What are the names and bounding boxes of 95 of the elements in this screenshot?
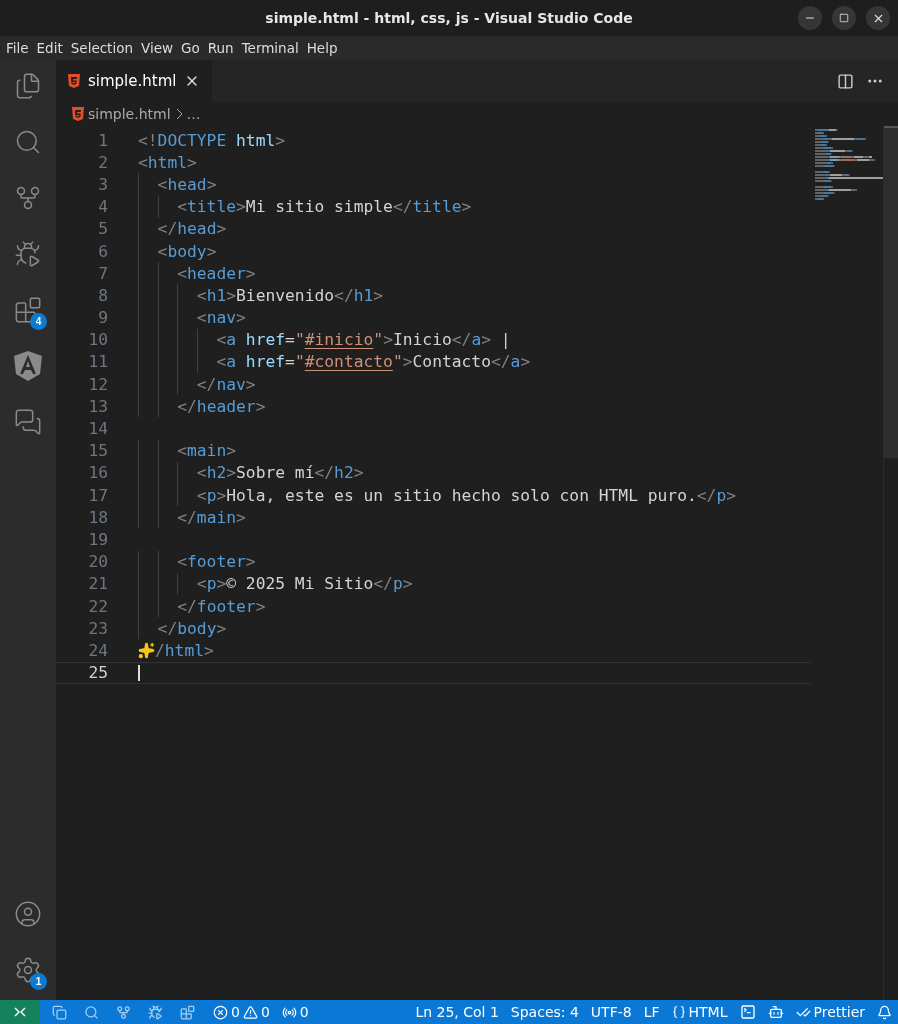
code-line: <p>Hola, este es un sitio hecho solo con HTML puro.</p> bbox=[195, 485, 736, 505]
line-number: 5 bbox=[97, 219, 108, 239]
line-ending-status[interactable]: LF bbox=[637, 1004, 666, 1020]
close-button[interactable] bbox=[866, 6, 890, 30]
indentation-status[interactable]: Spaces: 4 bbox=[504, 1004, 585, 1020]
line-number: 18 bbox=[87, 507, 108, 527]
ports-status[interactable]: 0 bbox=[275, 1004, 315, 1020]
prettier-status[interactable]: Prettier bbox=[789, 1004, 871, 1020]
line-number: 2 bbox=[97, 152, 108, 172]
code-line: <p>© 2025 Mi Sitio</p> bbox=[195, 574, 413, 594]
sparkle-icon[interactable] bbox=[138, 641, 155, 659]
count-badge: 1 bbox=[30, 973, 47, 990]
code-line: <!DOCTYPE html> bbox=[138, 130, 286, 150]
line-number: 14 bbox=[87, 419, 108, 439]
remote-icon bbox=[13, 1005, 27, 1019]
files-icon[interactable] bbox=[52, 1004, 67, 1020]
maximize-icon bbox=[839, 13, 849, 23]
line-number: 7 bbox=[97, 263, 108, 283]
window-title: simple.html - html, css, js - Visual Studio Code bbox=[265, 10, 633, 26]
code-line: </header> bbox=[176, 396, 266, 416]
line-number: 11 bbox=[87, 352, 108, 372]
remote-button[interactable] bbox=[0, 1000, 40, 1024]
code-line: <a href="#contacto">Contacto</a> bbox=[215, 352, 531, 372]
warning-icon bbox=[242, 1004, 258, 1020]
code-line: <header> bbox=[176, 263, 256, 283]
html-file-icon bbox=[68, 74, 80, 88]
menu-item[interactable]: View bbox=[136, 40, 177, 56]
text-cursor bbox=[138, 664, 140, 681]
cursor-position[interactable]: Ln 25, Col 1 bbox=[409, 1004, 505, 1020]
line-number: 16 bbox=[87, 463, 108, 483]
code-line: <title>Mi sitio simple</title> bbox=[176, 197, 472, 217]
line-number: 25 bbox=[87, 663, 108, 683]
scrollbar-thumb[interactable] bbox=[884, 126, 898, 458]
line-number: 15 bbox=[87, 441, 108, 461]
error-count: 0 bbox=[231, 1004, 240, 1020]
branch-icon[interactable] bbox=[116, 1004, 131, 1020]
breadcrumb-item[interactable]: … bbox=[186, 106, 201, 122]
line-number: 19 bbox=[87, 529, 108, 549]
error-icon bbox=[213, 1004, 228, 1020]
html-file-icon bbox=[72, 107, 84, 121]
menu-item[interactable]: Help bbox=[302, 40, 342, 56]
code-line: <a href="#inicio">Inicio</a> | bbox=[215, 330, 511, 350]
line-number: 17 bbox=[87, 485, 108, 505]
menu-item[interactable]: File bbox=[2, 40, 33, 56]
line-number: 23 bbox=[87, 618, 108, 638]
prettier-label: Prettier bbox=[813, 1004, 865, 1020]
code-line: <body> bbox=[156, 241, 217, 261]
language-status[interactable]: HTML bbox=[665, 1004, 734, 1020]
search-icon[interactable] bbox=[84, 1004, 99, 1020]
maximize-button[interactable] bbox=[832, 6, 856, 30]
chevron-icon bbox=[174, 108, 183, 120]
line-number: 8 bbox=[97, 285, 108, 305]
code-line: <h1>Bienvenido</h1> bbox=[195, 285, 384, 305]
line-number: 3 bbox=[97, 174, 108, 194]
encoding-status[interactable]: UTF-8 bbox=[584, 1004, 638, 1020]
line-number: 4 bbox=[97, 197, 108, 217]
warning-count: 0 bbox=[260, 1004, 270, 1020]
line-number: 22 bbox=[87, 596, 108, 616]
code-line: </footer> bbox=[176, 596, 266, 616]
menu-item[interactable]: Selection bbox=[66, 40, 137, 56]
language-label: HTML bbox=[688, 1004, 728, 1020]
line-number: 24 bbox=[87, 640, 108, 660]
count-badge: 4 bbox=[30, 313, 47, 330]
line-number: 6 bbox=[97, 241, 108, 261]
code-line: /html> bbox=[138, 640, 214, 660]
menu-item[interactable]: Run bbox=[203, 40, 238, 56]
breadcrumb-item[interactable]: simple.html bbox=[88, 106, 171, 122]
split-editor-icon[interactable] bbox=[837, 72, 854, 90]
extensions-icon[interactable] bbox=[180, 1004, 195, 1020]
code-line: <footer> bbox=[176, 552, 256, 572]
line-number: 20 bbox=[87, 552, 108, 572]
line-number: 12 bbox=[87, 374, 108, 394]
line-number: 10 bbox=[87, 330, 108, 350]
menu-item[interactable]: Go bbox=[177, 40, 204, 56]
code-line: <main> bbox=[176, 441, 237, 461]
code-line: </body> bbox=[156, 618, 227, 638]
menu-item[interactable]: Terminal bbox=[237, 40, 303, 56]
line-number: 9 bbox=[97, 308, 108, 328]
editor-tab[interactable]: simple.html bbox=[56, 60, 213, 102]
menu-item[interactable]: Edit bbox=[32, 40, 67, 56]
code-line: </head> bbox=[156, 219, 227, 239]
line-number: 1 bbox=[97, 130, 108, 150]
minimize-button[interactable] bbox=[798, 6, 822, 30]
code-line: <h2>Sobre mí</h2> bbox=[195, 463, 364, 483]
code-line: <nav> bbox=[195, 308, 246, 328]
code-line: </nav> bbox=[195, 374, 256, 394]
ports-count: 0 bbox=[299, 1004, 309, 1020]
line-number: 13 bbox=[87, 396, 108, 416]
code-line: <head> bbox=[156, 174, 217, 194]
braces-icon bbox=[671, 1005, 686, 1019]
code-line: <html> bbox=[138, 152, 197, 172]
run-debug-icon[interactable] bbox=[148, 1004, 163, 1020]
problems-status[interactable]: 0 0 bbox=[207, 1004, 276, 1020]
code-line: </main> bbox=[176, 507, 246, 527]
line-number: 21 bbox=[87, 574, 108, 594]
